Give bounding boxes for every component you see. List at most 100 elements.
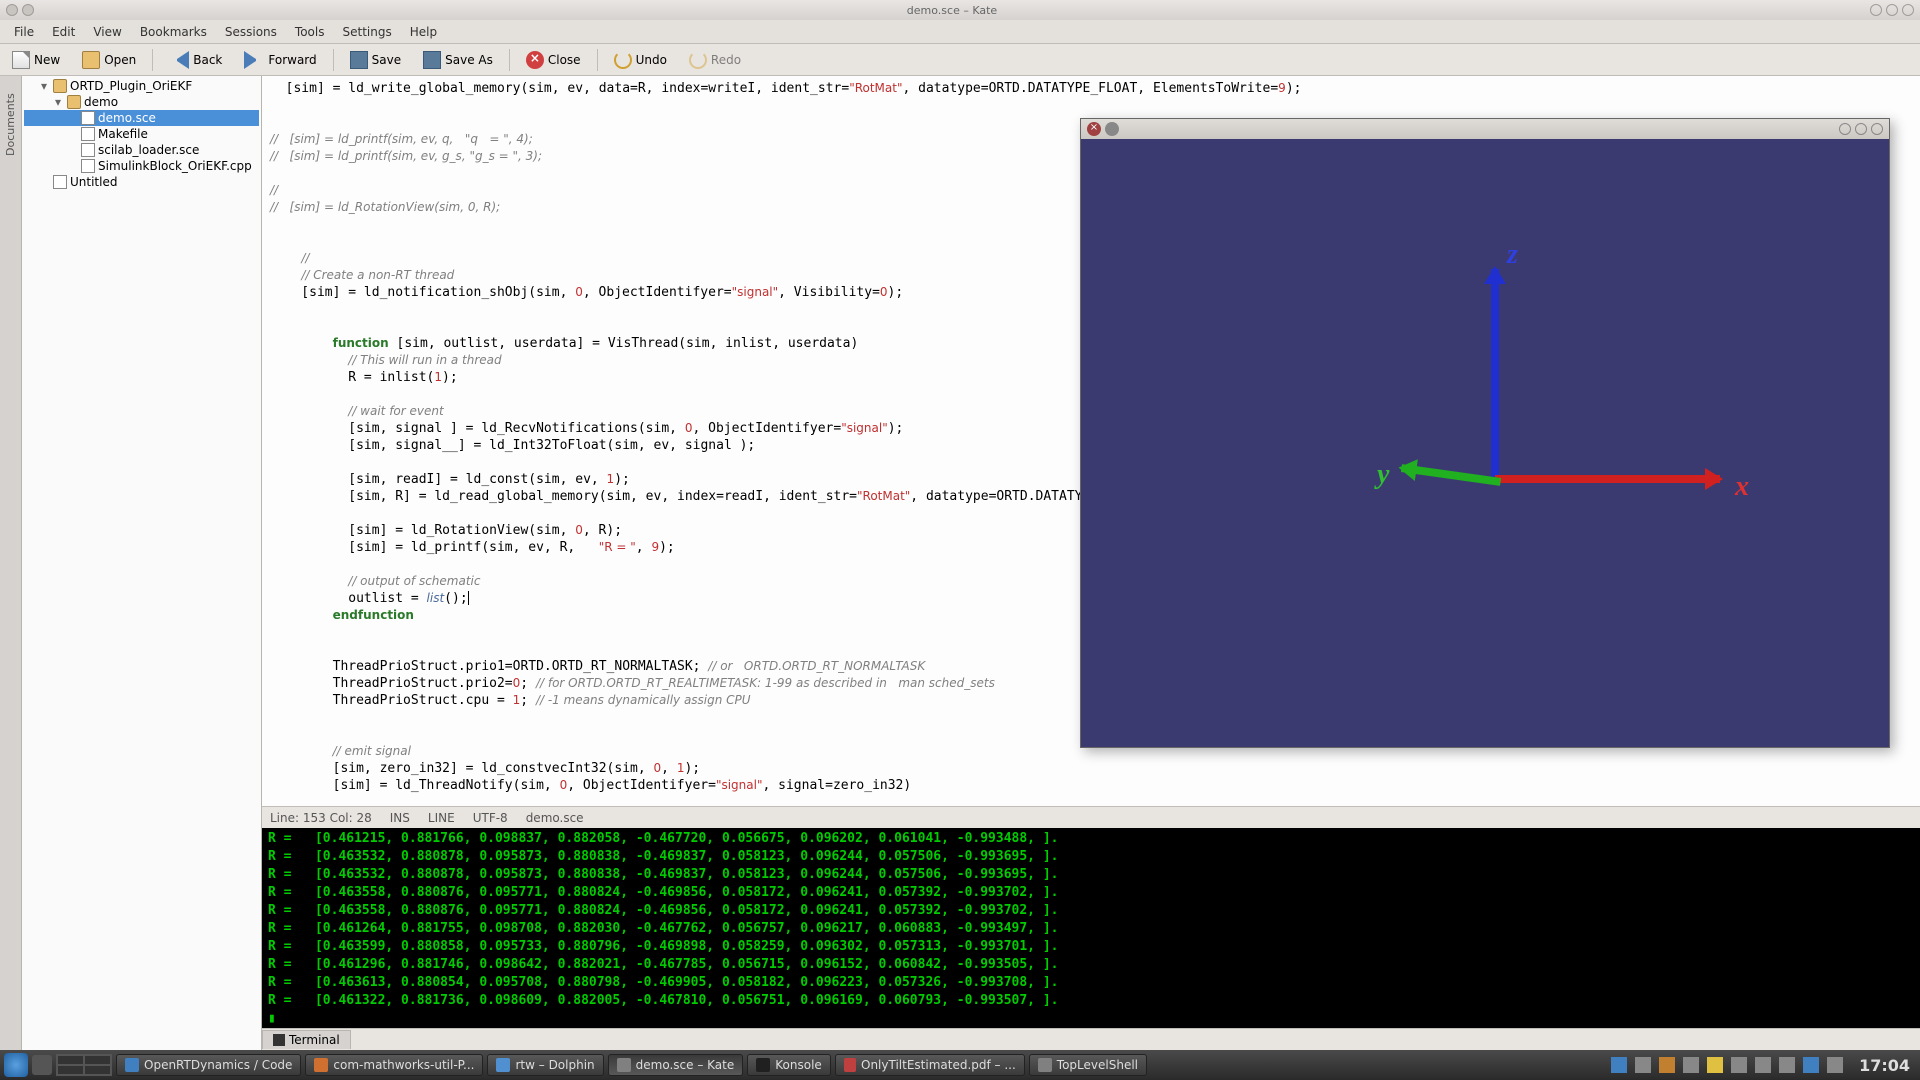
viz-scene: z x y (1081, 139, 1889, 747)
z-axis-label: z (1507, 239, 1518, 271)
system-tray (1605, 1057, 1849, 1073)
viz-maximize-button[interactable] (1855, 123, 1867, 135)
redo-button[interactable]: Redo (683, 49, 747, 71)
y-axis (1401, 464, 1501, 486)
new-file-icon (12, 51, 30, 69)
clock[interactable]: 17:04 (1853, 1056, 1916, 1075)
app-icon (1038, 1058, 1052, 1072)
arrow-right-icon (244, 51, 264, 69)
terminal-tabbar: Terminal (262, 1028, 1920, 1050)
tray-icon[interactable] (1731, 1057, 1747, 1073)
save-as-button[interactable]: Save As (417, 49, 499, 71)
tray-icon[interactable] (1779, 1057, 1795, 1073)
rotation-view-window[interactable]: × z x y (1080, 118, 1890, 748)
app-icon (125, 1058, 139, 1072)
tray-icon[interactable] (1659, 1057, 1675, 1073)
new-button[interactable]: New (6, 49, 66, 71)
maximize-button[interactable] (1886, 4, 1898, 16)
y-axis-label: y (1377, 459, 1389, 491)
tray-icon[interactable] (1755, 1057, 1771, 1073)
line-ending: LINE (428, 811, 455, 825)
viz-close-button[interactable]: × (1087, 122, 1101, 136)
editor-statusbar: Line: 153 Col: 28 INS LINE UTF-8 demo.sc… (262, 806, 1920, 828)
open-button[interactable]: Open (76, 49, 142, 71)
kde-start-button[interactable] (4, 1053, 28, 1077)
tray-icon[interactable] (1803, 1057, 1819, 1073)
tree-folder-demo[interactable]: ▾demo (24, 94, 259, 110)
taskbar-task[interactable]: rtw – Dolphin (487, 1054, 603, 1076)
tray-icon[interactable] (1611, 1057, 1627, 1073)
toolbar: New Open Back Forward Save Save As ×Clos… (0, 44, 1920, 76)
menu-bar: File Edit View Bookmarks Sessions Tools … (0, 20, 1920, 44)
menu-tools[interactable]: Tools (287, 23, 333, 41)
redo-icon (689, 51, 707, 69)
menu-bookmarks[interactable]: Bookmarks (132, 23, 215, 41)
insert-mode: INS (390, 811, 410, 825)
viz-titlebar[interactable]: × (1081, 119, 1889, 139)
x-axis-label: x (1735, 471, 1749, 503)
menu-help[interactable]: Help (402, 23, 445, 41)
terminal-icon (273, 1034, 285, 1046)
tree-file-demo-sce[interactable]: demo.sce (24, 110, 259, 126)
taskbar-task[interactable]: TopLevelShell (1029, 1054, 1147, 1076)
taskbar-task[interactable]: OpenRTDynamics / Code (116, 1054, 301, 1076)
minimize-button[interactable] (1870, 4, 1882, 16)
app-icon (617, 1058, 631, 1072)
save-button[interactable]: Save (344, 49, 407, 71)
window-pin-button[interactable] (22, 4, 34, 16)
menu-settings[interactable]: Settings (334, 23, 399, 41)
file-icon (81, 111, 95, 125)
terminal-panel: R = [0.461215, 0.881766, 0.098837, 0.882… (262, 828, 1920, 1050)
tree-file-simulinkblock[interactable]: SimulinkBlock_OriEKF.cpp (24, 158, 259, 174)
cursor-position: Line: 153 Col: 28 (270, 811, 372, 825)
close-window-button[interactable] (1902, 4, 1914, 16)
file-icon (81, 143, 95, 157)
taskbar-task[interactable]: demo.sce – Kate (608, 1054, 744, 1076)
app-icon (496, 1058, 510, 1072)
file-icon (53, 175, 67, 189)
tray-icon[interactable] (1827, 1057, 1843, 1073)
undo-icon (614, 51, 632, 69)
terminal-output[interactable]: R = [0.461215, 0.881766, 0.098837, 0.882… (262, 828, 1920, 1028)
menu-edit[interactable]: Edit (44, 23, 83, 41)
viz-minimize-button[interactable] (1839, 123, 1851, 135)
tray-icon[interactable] (1635, 1057, 1651, 1073)
close-button[interactable]: ×Close (520, 49, 587, 71)
menu-sessions[interactable]: Sessions (217, 23, 285, 41)
folder-icon (67, 95, 81, 109)
activity-button[interactable] (32, 1055, 52, 1075)
documents-side-tab[interactable]: Documents (0, 76, 22, 1050)
tree-file-makefile[interactable]: Makefile (24, 126, 259, 142)
app-icon (844, 1058, 856, 1072)
taskbar-task[interactable]: Konsole (747, 1054, 831, 1076)
taskbar: OpenRTDynamics / Codecom-mathworks-util-… (0, 1050, 1920, 1080)
tree-file-scilab-loader[interactable]: scilab_loader.sce (24, 142, 259, 158)
viz-close2-button[interactable] (1871, 123, 1883, 135)
undo-button[interactable]: Undo (608, 49, 673, 71)
viz-pin-button[interactable] (1105, 122, 1119, 136)
menu-file[interactable]: File (6, 23, 42, 41)
tray-icon[interactable] (1707, 1057, 1723, 1073)
app-icon (314, 1058, 328, 1072)
window-titlebar: demo.sce – Kate (0, 0, 1920, 20)
window-title: demo.sce – Kate (34, 4, 1870, 17)
encoding: UTF-8 (473, 811, 508, 825)
terminal-tab[interactable]: Terminal (262, 1030, 351, 1049)
filename: demo.sce (526, 811, 584, 825)
back-button[interactable]: Back (163, 49, 228, 71)
window-menu-button[interactable] (6, 4, 18, 16)
menu-view[interactable]: View (85, 23, 129, 41)
taskbar-task[interactable]: com-mathworks-util-P... (305, 1054, 483, 1076)
floppy-as-icon (423, 51, 441, 69)
desktop-pager[interactable] (56, 1054, 112, 1076)
taskbar-task[interactable]: OnlyTiltEstimated.pdf – ... (835, 1054, 1025, 1076)
floppy-icon (350, 51, 368, 69)
forward-button[interactable]: Forward (238, 49, 322, 71)
app-icon (756, 1058, 770, 1072)
x-axis (1495, 475, 1720, 483)
tree-file-untitled[interactable]: Untitled (24, 174, 259, 190)
document-tree[interactable]: ▾ORTD_Plugin_OriEKF ▾demo demo.sce Makef… (22, 76, 262, 1050)
open-folder-icon (82, 51, 100, 69)
tree-folder-root[interactable]: ▾ORTD_Plugin_OriEKF (24, 78, 259, 94)
tray-icon[interactable] (1683, 1057, 1699, 1073)
